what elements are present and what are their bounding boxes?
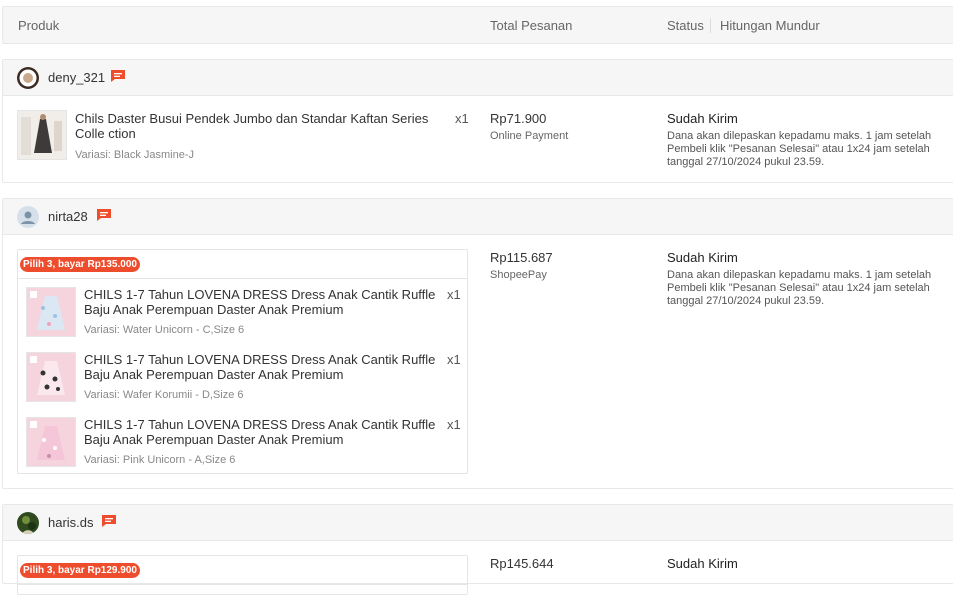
product-variant: Variasi: Wafer Korumii - D,Size 6 (84, 389, 244, 401)
order-card: deny_321 Chils Daster Busui Pendek Jumbo… (2, 59, 953, 183)
user-icon (21, 211, 35, 224)
product-thumbnail[interactable] (26, 417, 76, 467)
column-countdown: Hitungan Mundur (720, 18, 820, 33)
column-produk: Produk (18, 18, 60, 33)
table-header: Produk Total Pesanan Status Hitungan Mun… (2, 6, 953, 44)
avatar[interactable] (17, 512, 39, 534)
bundle-header: Pilih 3, bayar Rp129.900 (18, 556, 467, 585)
status-description: Dana akan dilepaskan kepadamu maks. 1 ja… (667, 269, 932, 307)
payment-method: ShopeePay (490, 269, 547, 281)
column-status: Status (667, 18, 704, 33)
status-description: Dana akan dilepaskan kepadamu maks. 1 ja… (667, 130, 932, 168)
order-total: Rp145.644 (490, 556, 554, 571)
product-variant: Variasi: Pink Unicorn - A,Size 6 (84, 454, 236, 466)
buyer-username[interactable]: deny_321 (48, 70, 105, 85)
status-label: Sudah Kirim (667, 111, 738, 126)
product-thumbnail[interactable] (26, 287, 76, 337)
promo-badge[interactable]: Pilih 3, bayar Rp129.900 (20, 563, 140, 578)
avatar[interactable] (17, 67, 39, 89)
buyer-username[interactable]: haris.ds (48, 515, 94, 530)
column-total: Total Pesanan (490, 18, 573, 33)
product-quantity: x1 (455, 111, 469, 126)
product-thumbnail[interactable] (17, 110, 67, 160)
product-variant: Variasi: Black Jasmine-J (75, 149, 194, 161)
avatar[interactable] (17, 206, 39, 228)
bundle-group: Pilih 3, bayar Rp135.000 CHILS 1-7 Tahun… (17, 249, 468, 474)
product-quantity: x1 (447, 287, 461, 302)
chat-icon[interactable] (96, 208, 112, 222)
product-name[interactable]: CHILS 1-7 Tahun LOVENA DRESS Dress Anak … (84, 352, 446, 382)
order-card: haris.ds Pilih 3, bayar Rp129.900 Rp145.… (2, 504, 953, 595)
promo-badge[interactable]: Pilih 3, bayar Rp135.000 (20, 257, 140, 272)
payment-method: Online Payment (490, 130, 569, 142)
order-card: nirta28 Pilih 3, bayar Rp135.000 CHILS 1… (2, 198, 953, 489)
status-label: Sudah Kirim (667, 250, 738, 265)
product-name[interactable]: CHILS 1-7 Tahun LOVENA DRESS Dress Anak … (84, 287, 446, 317)
column-divider (710, 18, 711, 33)
order-header: nirta28 (3, 199, 953, 235)
chat-icon[interactable] (110, 69, 126, 83)
order-header: deny_321 (3, 60, 953, 96)
bundle-group: Pilih 3, bayar Rp129.900 (17, 555, 468, 595)
product-variant: Variasi: Water Unicorn - C,Size 6 (84, 324, 245, 336)
product-quantity: x1 (447, 417, 461, 432)
buyer-username[interactable]: nirta28 (48, 209, 88, 224)
product-name[interactable]: CHILS 1-7 Tahun LOVENA DRESS Dress Anak … (84, 417, 446, 447)
order-total: Rp115.687 (490, 250, 553, 265)
status-label: Sudah Kirim (667, 556, 738, 571)
chat-icon[interactable] (101, 514, 117, 528)
product-thumbnail[interactable] (26, 352, 76, 402)
product-name[interactable]: Chils Daster Busui Pendek Jumbo dan Stan… (75, 111, 453, 141)
order-header: haris.ds (3, 505, 953, 541)
order-total: Rp71.900 (490, 111, 547, 126)
product-quantity: x1 (447, 352, 461, 367)
bundle-header: Pilih 3, bayar Rp135.000 (18, 250, 467, 279)
